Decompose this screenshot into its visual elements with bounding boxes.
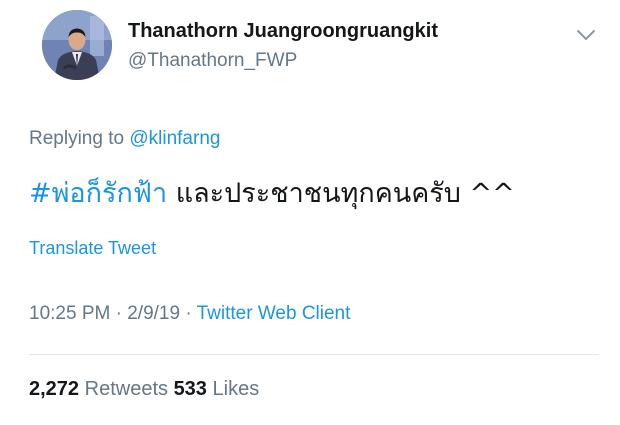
- chevron-down-icon[interactable]: [576, 28, 596, 42]
- reply-mention-link[interactable]: @klinfarng: [129, 128, 220, 149]
- author-handle[interactable]: @Thanathorn_FWP: [128, 50, 297, 72]
- tweet-time[interactable]: 10:25 PM: [29, 303, 110, 324]
- source-client-link[interactable]: Twitter Web Client: [197, 303, 351, 324]
- tweet-date[interactable]: 2/9/19: [127, 303, 180, 324]
- retweets-stat[interactable]: 2,272 Retweets: [29, 378, 174, 400]
- retweets-label: Retweets: [84, 378, 168, 400]
- tweet-text: #พ่อก็รักฟ้า และประชาชนทุกคนครับ ^^: [29, 171, 515, 214]
- translate-tweet-link[interactable]: Translate Tweet: [29, 238, 156, 259]
- likes-count: 533: [173, 378, 207, 400]
- likes-label: Likes: [212, 378, 260, 400]
- avatar-image: [42, 10, 112, 80]
- hashtag-link[interactable]: #พ่อก็รักฟ้า: [29, 178, 167, 209]
- tweet-body: และประชาชนทุกคนครับ ^^: [175, 178, 515, 209]
- tweet-stats: 2,272 Retweets 533 Likes: [29, 378, 259, 401]
- likes-stat[interactable]: 533 Likes: [174, 378, 260, 400]
- retweets-count: 2,272: [29, 378, 80, 400]
- avatar[interactable]: [42, 10, 112, 80]
- meta-separator: ·: [115, 303, 122, 324]
- divider: [29, 354, 599, 355]
- tweet-meta: 10:25 PM · 2/9/19 · Twitter Web Client: [29, 303, 350, 325]
- replying-to: Replying to @klinfarng: [29, 128, 220, 150]
- author-display-name[interactable]: Thanathorn Juangroongruangkit: [128, 20, 438, 43]
- meta-separator: ·: [185, 303, 192, 324]
- replying-to-label: Replying to: [29, 128, 125, 149]
- tweet-card: Thanathorn Juangroongruangkit @Thanathor…: [0, 0, 620, 425]
